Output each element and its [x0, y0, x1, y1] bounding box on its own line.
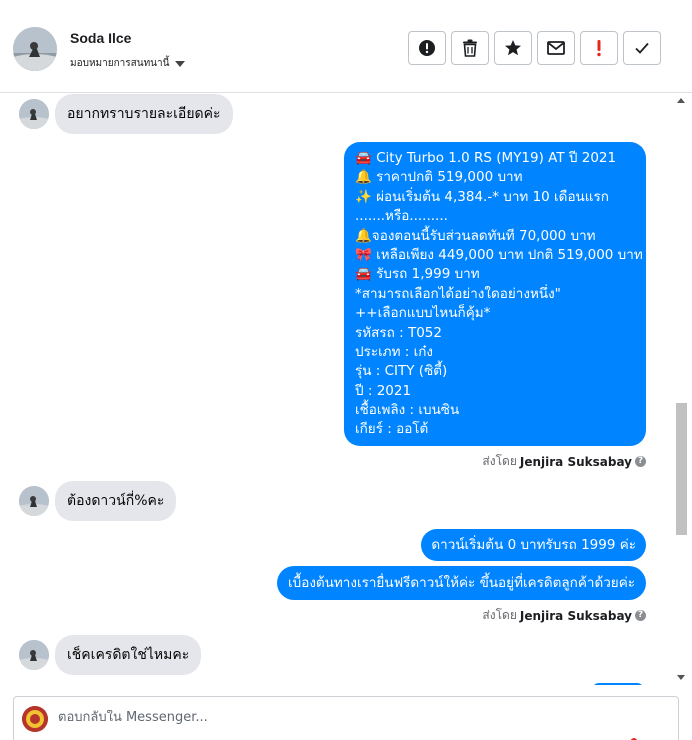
- contact-name[interactable]: Soda Ilce: [70, 30, 131, 46]
- sent-by-prefix: ส่งโดย: [482, 454, 517, 468]
- sender-name: Jenjira Suksabay: [519, 608, 632, 623]
- message-line: 🎀 เหลือเพียง 449,000 บาท ปกติ 519,000 บา…: [355, 246, 643, 263]
- star-button[interactable]: [494, 31, 532, 65]
- message-line: ประเภท : เก๋ง: [355, 343, 433, 360]
- reply-composer: [13, 696, 679, 740]
- help-icon[interactable]: ?: [635, 610, 646, 621]
- message-line: .......หรือ.........: [355, 208, 448, 225]
- checkmark-icon: [635, 42, 649, 54]
- sender-name: Jenjira Suksabay: [519, 454, 632, 469]
- sent-by-prefix: ส่งโดย: [482, 608, 517, 622]
- outgoing-message-partial: [592, 683, 644, 685]
- message-line: ปี : 2021: [355, 382, 412, 399]
- thread-scrollbar[interactable]: [674, 93, 688, 685]
- message-line: *สามารถเลือกได้อย่างใดอย่างหนึ่ง": [355, 285, 561, 302]
- message-line: เชื้อเพลิง : เบนซิน: [355, 402, 460, 419]
- follow-up-button[interactable]: [580, 31, 618, 65]
- message-thread[interactable]: อยากทราบรายละเอียดค่ะ 🚘 City Turbo 1.0 R…: [0, 93, 692, 685]
- message-line: 🚘 รับรถ 1,999 บาท: [355, 266, 480, 283]
- message-line: 🔔 ราคาปกติ 519,000 บาท: [355, 169, 523, 186]
- scroll-up-arrow-icon[interactable]: [677, 98, 685, 103]
- message-line: 🔔จองตอนนี้รับส่วนลดทันที 70,000 บาท: [355, 227, 596, 244]
- sent-by-label: ส่งโดย Jenjira Suksabay ?: [482, 452, 646, 471]
- assign-label: มอบหมายการสนทนานี้: [70, 58, 170, 69]
- exclamation-icon: [597, 40, 601, 57]
- message-line: ++เลือกแบบไหนก็คุ้ม*: [355, 305, 491, 322]
- chevron-down-icon: [175, 61, 186, 67]
- incoming-message: เช็คเครดิตใช่ไหมคะ: [55, 635, 202, 675]
- contact-avatar-small: [19, 640, 49, 670]
- contact-avatar[interactable]: [13, 27, 57, 71]
- incoming-message: อยากทราบรายละเอียดค่ะ: [55, 94, 233, 134]
- composer-indicator-icon: [630, 738, 638, 740]
- contact-avatar-small: [19, 99, 49, 129]
- scrollbar-thumb[interactable]: [676, 403, 687, 535]
- assign-conversation-dropdown[interactable]: มอบหมายการสนทนานี้: [70, 56, 186, 71]
- contact-avatar-small: [19, 486, 49, 516]
- message-line: เกียร์ : ออโต้: [355, 421, 429, 438]
- delete-button[interactable]: [451, 31, 489, 65]
- trash-icon: [463, 39, 477, 57]
- mark-spam-button[interactable]: [408, 31, 446, 65]
- outgoing-message: ดาวน์เริ่มต้น 0 บาทรับรถ 1999 ค่ะ: [421, 529, 646, 561]
- outgoing-message: 🚘 City Turbo 1.0 RS (MY19) AT ปี 2021 🔔 …: [344, 142, 646, 446]
- sent-by-label: ส่งโดย Jenjira Suksabay ?: [482, 606, 646, 625]
- reply-input[interactable]: [58, 710, 618, 725]
- page-avatar: [22, 706, 48, 732]
- mark-done-button[interactable]: [623, 31, 661, 65]
- conversation-actions: [408, 31, 661, 65]
- alert-circle-icon: [419, 40, 435, 56]
- message-line: ✨ ผ่อนเริ่มต้น 4,384.-* บาท 10 เดือนแรก: [355, 188, 609, 205]
- message-line: รหัสรถ : T052: [355, 324, 442, 341]
- star-icon: [505, 40, 521, 56]
- envelope-icon: [547, 41, 565, 55]
- mark-unread-button[interactable]: [537, 31, 575, 65]
- incoming-message: ต้องดาวน์กี่%คะ: [55, 481, 177, 521]
- message-line: 🚘 City Turbo 1.0 RS (MY19) AT ปี 2021: [355, 150, 617, 166]
- scroll-down-arrow-icon[interactable]: [677, 675, 685, 680]
- conversation-header: Soda Ilce มอบหมายการสนทนานี้: [0, 0, 692, 93]
- outgoing-message: เบื้องต้นทางเรายื่นฟรีดาวน์ให้ค่ะ ขึ้นอย…: [277, 566, 646, 600]
- help-icon[interactable]: ?: [635, 456, 646, 467]
- message-line: รุ่น : CITY (ซิตี้): [355, 363, 448, 380]
